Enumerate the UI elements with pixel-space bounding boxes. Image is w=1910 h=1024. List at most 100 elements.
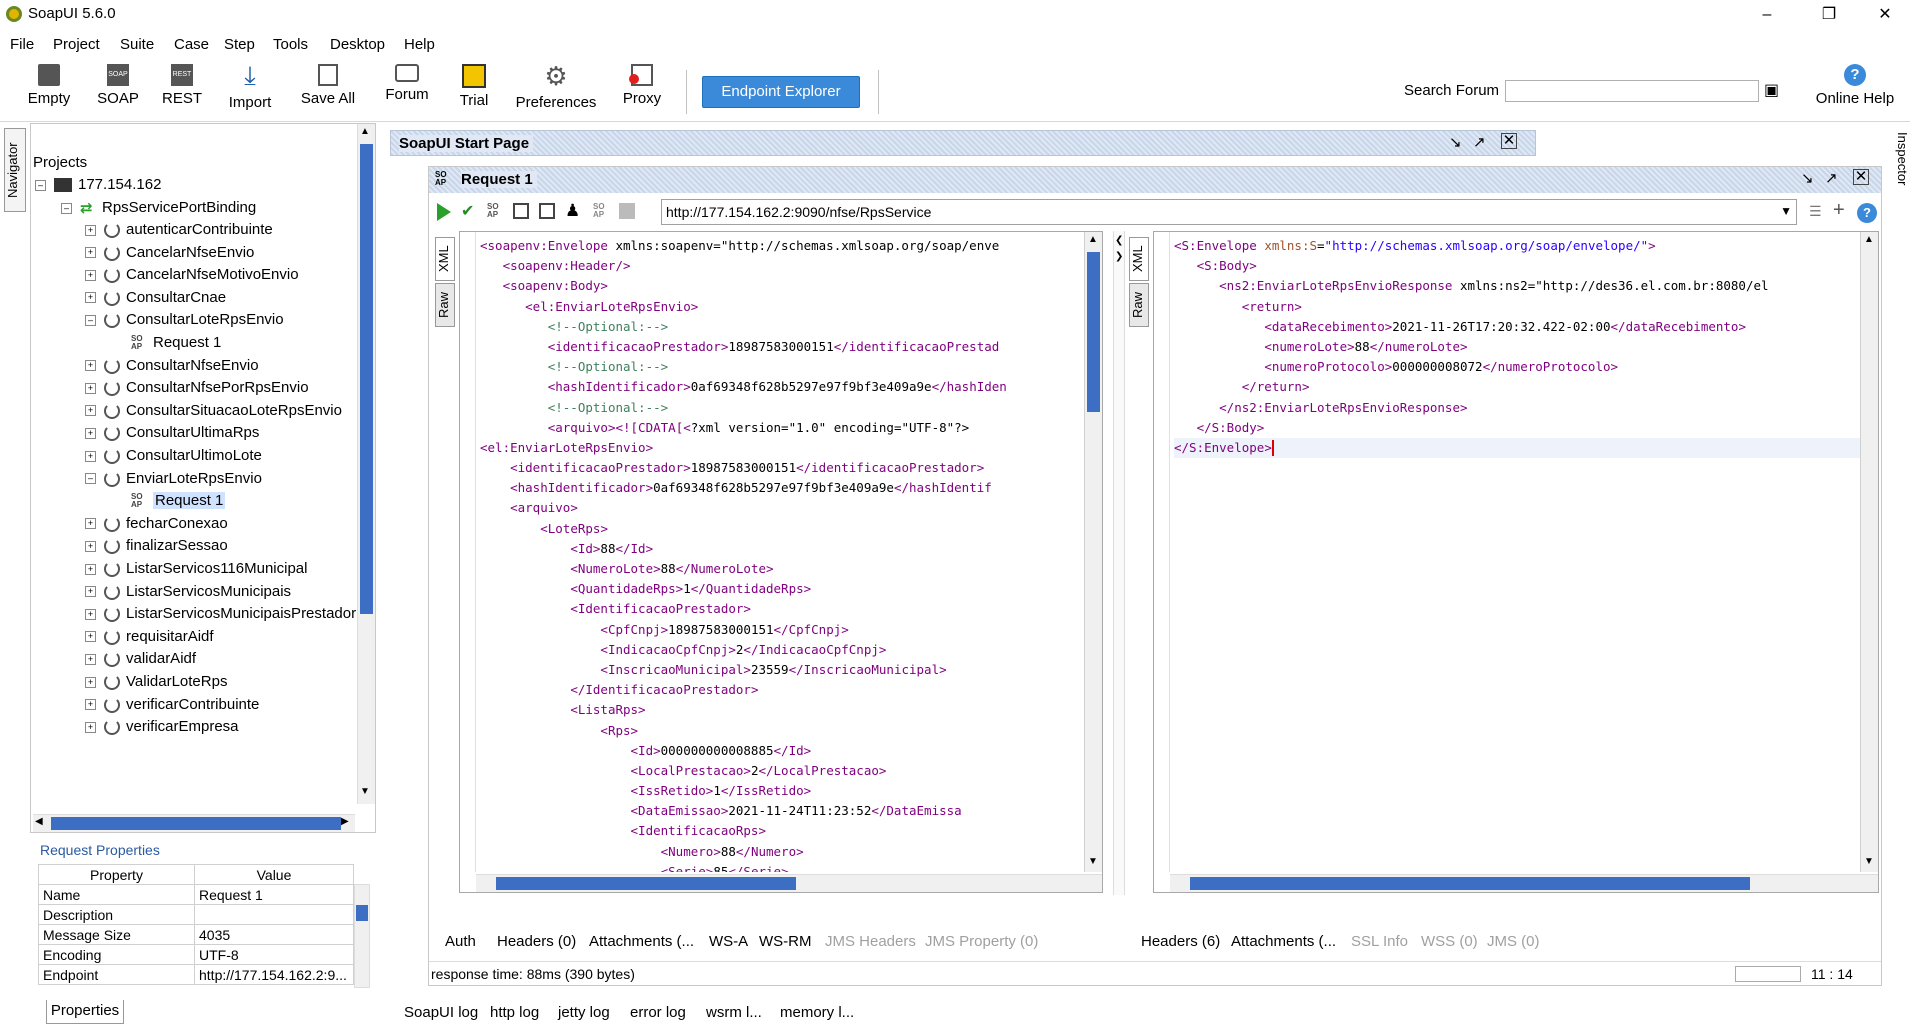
scroll-down-icon[interactable]: ▼ xyxy=(360,786,370,797)
filter-icon[interactable]: ☰ xyxy=(1809,203,1822,220)
response-vscrollbar[interactable]: ▲ ▼ xyxy=(1860,232,1878,872)
operation-item[interactable]: + ConsultarUltimaRps xyxy=(85,424,259,446)
scroll-left-icon[interactable]: ◀ xyxy=(35,816,43,827)
log-tab-5[interactable]: memory l... xyxy=(780,1004,854,1021)
operation-item[interactable]: – EnviarLoteRpsEnvio xyxy=(85,470,262,492)
response-tab-1[interactable]: Attachments (... xyxy=(1231,933,1336,950)
start-page-tab[interactable]: SoapUI Start Page ↘ ↗ ✕ xyxy=(390,130,1536,156)
property-row[interactable]: Encoding UTF-8 xyxy=(38,944,354,965)
request-raw-tab[interactable]: Raw xyxy=(435,283,455,327)
collapse-icon[interactable]: – xyxy=(61,202,72,214)
soap-button[interactable]: SOAP SOAP xyxy=(94,64,142,107)
chevron-down-icon[interactable]: ▼ xyxy=(1780,204,1792,218)
collapse-icon[interactable]: – xyxy=(85,314,96,326)
request-xml-content[interactable]: <soapenv:Envelope xmlns:soapenv="http://… xyxy=(480,236,1084,872)
property-row[interactable]: Description xyxy=(38,904,354,925)
menu-project[interactable]: Project xyxy=(53,36,100,53)
expand-icon[interactable]: + xyxy=(85,360,96,372)
log-tab-3[interactable]: error log xyxy=(630,1004,686,1021)
run-icon[interactable] xyxy=(437,203,451,221)
online-help-button[interactable]: ? Online Help xyxy=(1810,64,1900,107)
menu-help[interactable]: Help xyxy=(404,36,435,53)
request-tab-1[interactable]: Headers (0) xyxy=(497,933,576,950)
format-icon[interactable] xyxy=(513,203,529,219)
expand-icon[interactable]: + xyxy=(85,586,96,598)
property-value[interactable]: Request 1 xyxy=(194,884,354,905)
minimize-panel-icon[interactable]: ↘ xyxy=(1801,169,1814,187)
log-tab-1[interactable]: http log xyxy=(490,1004,539,1021)
value-column-header[interactable]: Value xyxy=(194,864,354,885)
expand-icon[interactable]: + xyxy=(85,721,96,733)
request-hscrollbar[interactable] xyxy=(476,874,1102,892)
properties-tab[interactable]: Properties xyxy=(46,1000,124,1024)
collapse-icon[interactable]: – xyxy=(85,473,96,485)
response-xml-content[interactable]: <S:Envelope xmlns:S="http://schemas.xmls… xyxy=(1174,236,1860,872)
minimize-panel-icon[interactable]: ↘ xyxy=(1449,133,1462,151)
search-forum-input[interactable] xyxy=(1505,80,1759,102)
menu-case[interactable]: Case xyxy=(174,36,209,53)
collapse-left-icon[interactable]: ❮ xyxy=(1115,235,1123,246)
response-tab-4[interactable]: JMS (0) xyxy=(1487,933,1540,950)
expand-icon[interactable]: + xyxy=(85,699,96,711)
editor-splitter[interactable]: ❮ ❯ xyxy=(1113,231,1125,895)
operation-item[interactable]: + CancelarNfseEnvio xyxy=(85,244,254,266)
scroll-right-icon[interactable]: ▶ xyxy=(341,816,349,827)
maximize-panel-icon[interactable]: ↗ xyxy=(1473,133,1486,151)
submit-all-icon[interactable]: ✔ xyxy=(461,201,474,221)
menu-desktop[interactable]: Desktop xyxy=(330,36,385,53)
inspector-side-tab[interactable]: Inspector xyxy=(1890,132,1910,202)
request-tab-2[interactable]: Attachments (... xyxy=(589,933,694,950)
projects-root[interactable]: Projects xyxy=(33,154,87,176)
save-all-button[interactable]: Save All xyxy=(296,64,360,107)
request-tab-3[interactable]: WS-A xyxy=(709,933,748,950)
help-icon[interactable]: ? xyxy=(1857,203,1877,223)
operation-item[interactable]: + verificarContribuinte xyxy=(85,696,259,718)
operation-item[interactable]: + CancelarNfseMotivoEnvio xyxy=(85,266,299,288)
scroll-thumb[interactable] xyxy=(360,144,373,614)
request-item[interactable]: SO AP Request 1 xyxy=(131,334,221,356)
property-value[interactable] xyxy=(194,904,354,925)
menu-suite[interactable]: Suite xyxy=(120,36,154,53)
endpoint-combo[interactable]: http://177.154.162.2:9090/nfse/RpsServic… xyxy=(661,199,1797,225)
trial-button[interactable]: Trial xyxy=(454,64,494,109)
expand-icon[interactable]: + xyxy=(85,224,96,236)
menu-file[interactable]: File xyxy=(10,36,34,53)
scroll-up-icon[interactable]: ▲ xyxy=(1864,234,1874,245)
preferences-button[interactable]: ⚙ Preferences xyxy=(514,63,598,111)
tree-hscrollbar[interactable]: ◀ ▶ xyxy=(33,814,355,832)
response-xml-tab[interactable]: XML xyxy=(1129,237,1149,281)
expand-icon[interactable]: + xyxy=(85,608,96,620)
import-button[interactable]: ⤓ Import xyxy=(222,62,278,111)
property-value[interactable]: UTF-8 xyxy=(194,944,354,965)
expand-icon[interactable]: + xyxy=(85,427,96,439)
props-scroll-thumb[interactable] xyxy=(356,905,368,921)
log-tab-2[interactable]: jetty log xyxy=(558,1004,610,1021)
property-column-header[interactable]: Property xyxy=(38,864,195,885)
user-icon[interactable]: ♟ xyxy=(565,201,580,221)
menu-tools[interactable]: Tools xyxy=(273,36,308,53)
expand-icon[interactable]: + xyxy=(85,292,96,304)
property-row[interactable]: Message Size 4035 xyxy=(38,924,354,945)
hscroll-thumb[interactable] xyxy=(496,877,796,890)
operation-item[interactable]: + ListarServicosMunicipais xyxy=(85,583,291,605)
scroll-up-icon[interactable]: ▲ xyxy=(360,126,370,137)
operation-item[interactable]: + validarAidf xyxy=(85,650,196,672)
operation-item[interactable]: – ConsultarLoteRpsEnvio xyxy=(85,311,284,333)
forum-button[interactable]: Forum xyxy=(380,64,434,103)
expand-icon[interactable]: + xyxy=(85,676,96,688)
props-scrollbar[interactable] xyxy=(354,884,370,988)
operation-item[interactable]: + ConsultarUltimoLote xyxy=(85,447,262,469)
request-tab-6[interactable]: JMS Property (0) xyxy=(925,933,1038,950)
expand-icon[interactable]: + xyxy=(85,247,96,259)
request-item[interactable]: SO AP Request 1 xyxy=(131,492,226,514)
log-tab-0[interactable]: SoapUI log xyxy=(404,1004,478,1021)
operation-item[interactable]: + ListarServicosMunicipaisPrestador xyxy=(85,605,356,627)
request-xml-tab[interactable]: XML xyxy=(435,237,455,281)
cancel-icon[interactable] xyxy=(619,203,635,219)
expand-icon[interactable]: + xyxy=(85,518,96,530)
operation-item[interactable]: + finalizarSessao xyxy=(85,537,228,559)
request-tab-5[interactable]: JMS Headers xyxy=(825,933,916,950)
scroll-down-icon[interactable]: ▼ xyxy=(1864,856,1874,867)
response-raw-tab[interactable]: Raw xyxy=(1129,283,1149,327)
operation-item[interactable]: + fecharConexao xyxy=(85,515,228,537)
